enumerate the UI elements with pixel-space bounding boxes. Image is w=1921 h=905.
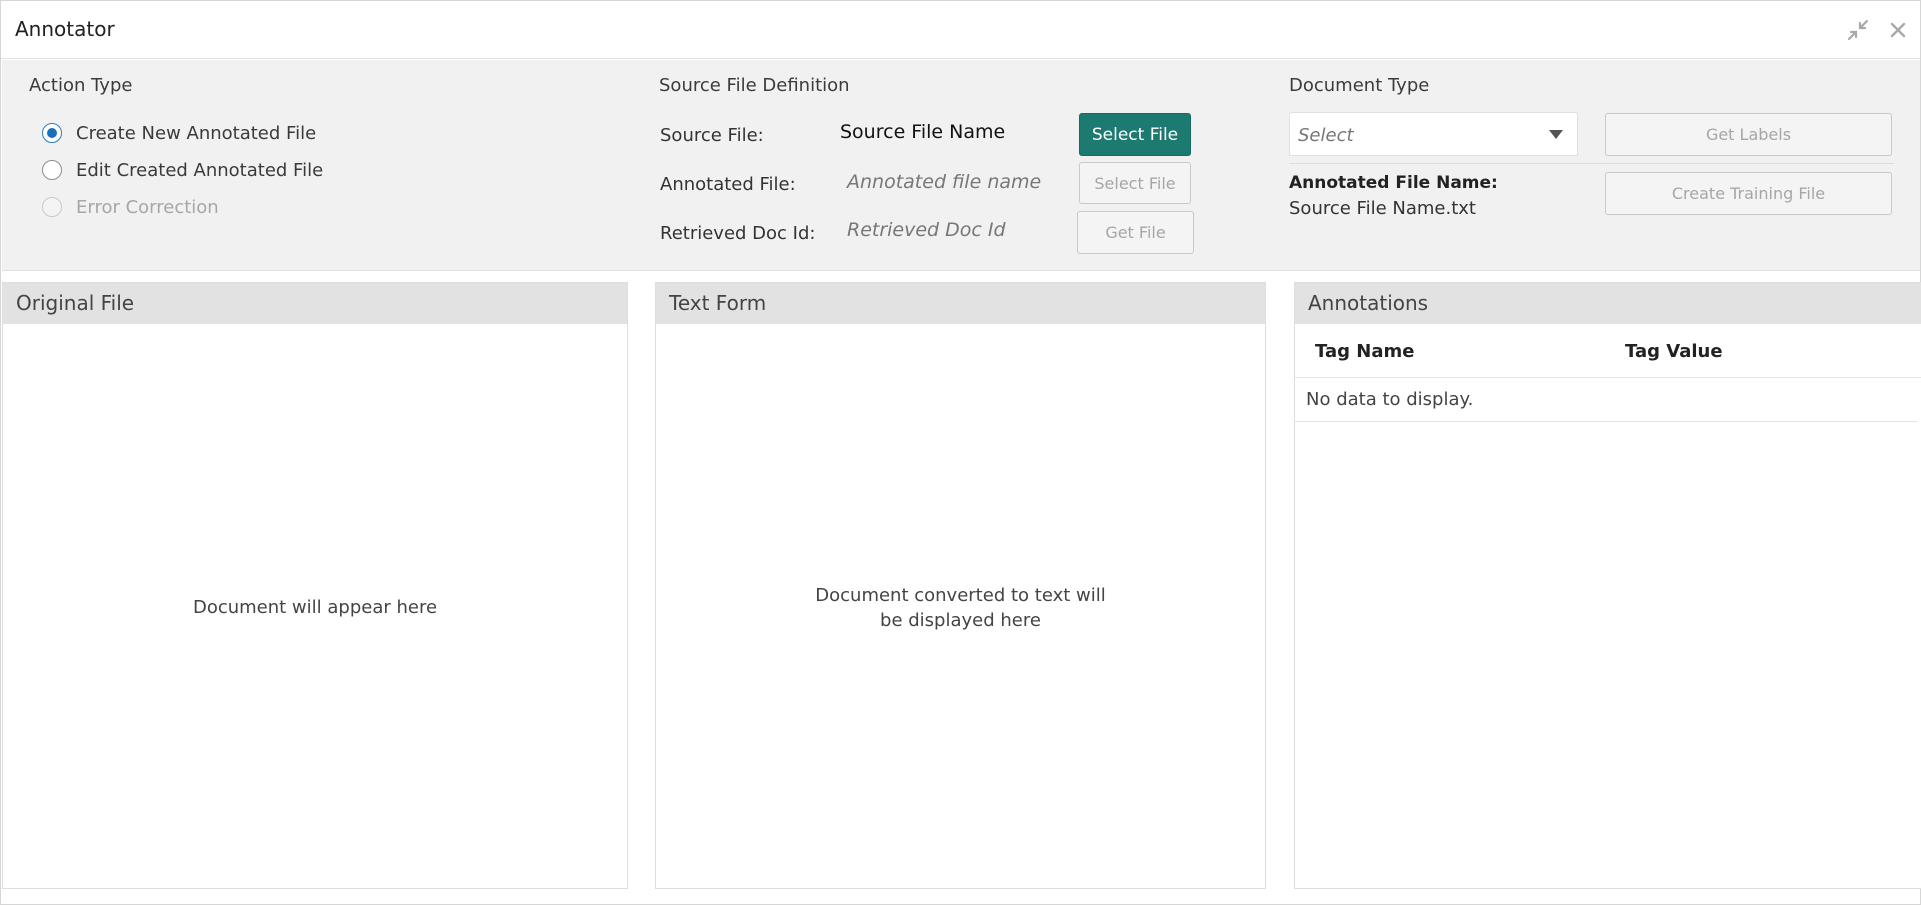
- title-bar: Annotator: [1, 1, 1920, 59]
- action-type-title: Action Type: [29, 75, 133, 96]
- radio-error-correction: Error Correction: [42, 194, 219, 220]
- radio-error-correction-label: Error Correction: [76, 196, 219, 218]
- source-file-definition-title: Source File Definition: [659, 75, 850, 96]
- window-title: Annotator: [15, 17, 115, 41]
- document-type-title: Document Type: [1289, 75, 1430, 96]
- document-type-select[interactable]: Select: [1289, 112, 1578, 156]
- annotations-panel: Annotations Tag Name Tag Value No data t…: [1294, 282, 1921, 889]
- original-file-header: Original File: [3, 283, 627, 324]
- annotations-row-divider: [1295, 421, 1917, 422]
- radio-create-new-indicator[interactable]: [42, 123, 62, 143]
- text-form-panel: Text Form Document converted to text wil…: [655, 282, 1266, 889]
- retrieved-doc-label: Retrieved Doc Id:: [660, 223, 816, 244]
- source-file-label: Source File:: [660, 125, 764, 146]
- annotated-file-name-value: Source File Name.txt: [1289, 198, 1476, 219]
- annotations-empty-text: No data to display.: [1306, 389, 1474, 410]
- column-tag-name[interactable]: Tag Name: [1315, 341, 1414, 362]
- text-form-empty-line1: Document converted to text will: [815, 585, 1106, 606]
- annotator-window: Annotator Action Type Create New Annotat…: [0, 0, 1921, 905]
- radio-create-new[interactable]: Create New Annotated File: [42, 120, 316, 146]
- radio-edit-created-indicator[interactable]: [42, 160, 62, 180]
- radio-edit-created[interactable]: Edit Created Annotated File: [42, 157, 323, 183]
- text-form-empty-line2: be displayed here: [880, 610, 1041, 631]
- text-form-empty-text: Document converted to text will be displ…: [656, 583, 1265, 633]
- retrieved-doc-placeholder: Retrieved Doc Id: [847, 219, 1006, 241]
- source-file-value: Source File Name: [840, 121, 1006, 143]
- column-tag-value[interactable]: Tag Value: [1625, 341, 1723, 362]
- original-file-title: Original File: [16, 291, 135, 315]
- source-select-file-button[interactable]: Select File: [1079, 113, 1191, 156]
- annotations-header: Annotations: [1295, 283, 1921, 324]
- chevron-down-icon: [1549, 130, 1563, 139]
- get-labels-button: Get Labels: [1605, 113, 1892, 156]
- annotated-file-placeholder: Annotated file name: [847, 171, 1042, 193]
- radio-edit-created-label: Edit Created Annotated File: [76, 159, 324, 181]
- document-type-divider: [1289, 163, 1894, 164]
- original-file-panel: Original File Document will appear here: [2, 282, 628, 889]
- radio-error-correction-indicator: [42, 197, 62, 217]
- annotated-file-label: Annotated File:: [660, 174, 796, 195]
- annotated-select-file-button: Select File: [1079, 162, 1191, 204]
- collapse-arrows-icon[interactable]: [1846, 18, 1870, 42]
- document-type-select-value: Select: [1298, 125, 1354, 146]
- text-form-header: Text Form: [656, 283, 1265, 324]
- original-file-empty-text: Document will appear here: [192, 597, 438, 618]
- create-training-file-button: Create Training File: [1605, 172, 1892, 215]
- annotations-title: Annotations: [1308, 291, 1429, 315]
- get-file-button: Get File: [1077, 211, 1194, 254]
- annotations-table-header: Tag Name Tag Value: [1295, 324, 1921, 378]
- configuration-area: Action Type Create New Annotated File Ed…: [2, 60, 1920, 271]
- annotated-file-name-label: Annotated File Name:: [1289, 173, 1498, 193]
- radio-create-new-label: Create New Annotated File: [76, 122, 317, 144]
- text-form-title: Text Form: [669, 291, 767, 315]
- close-icon[interactable]: [1886, 18, 1910, 42]
